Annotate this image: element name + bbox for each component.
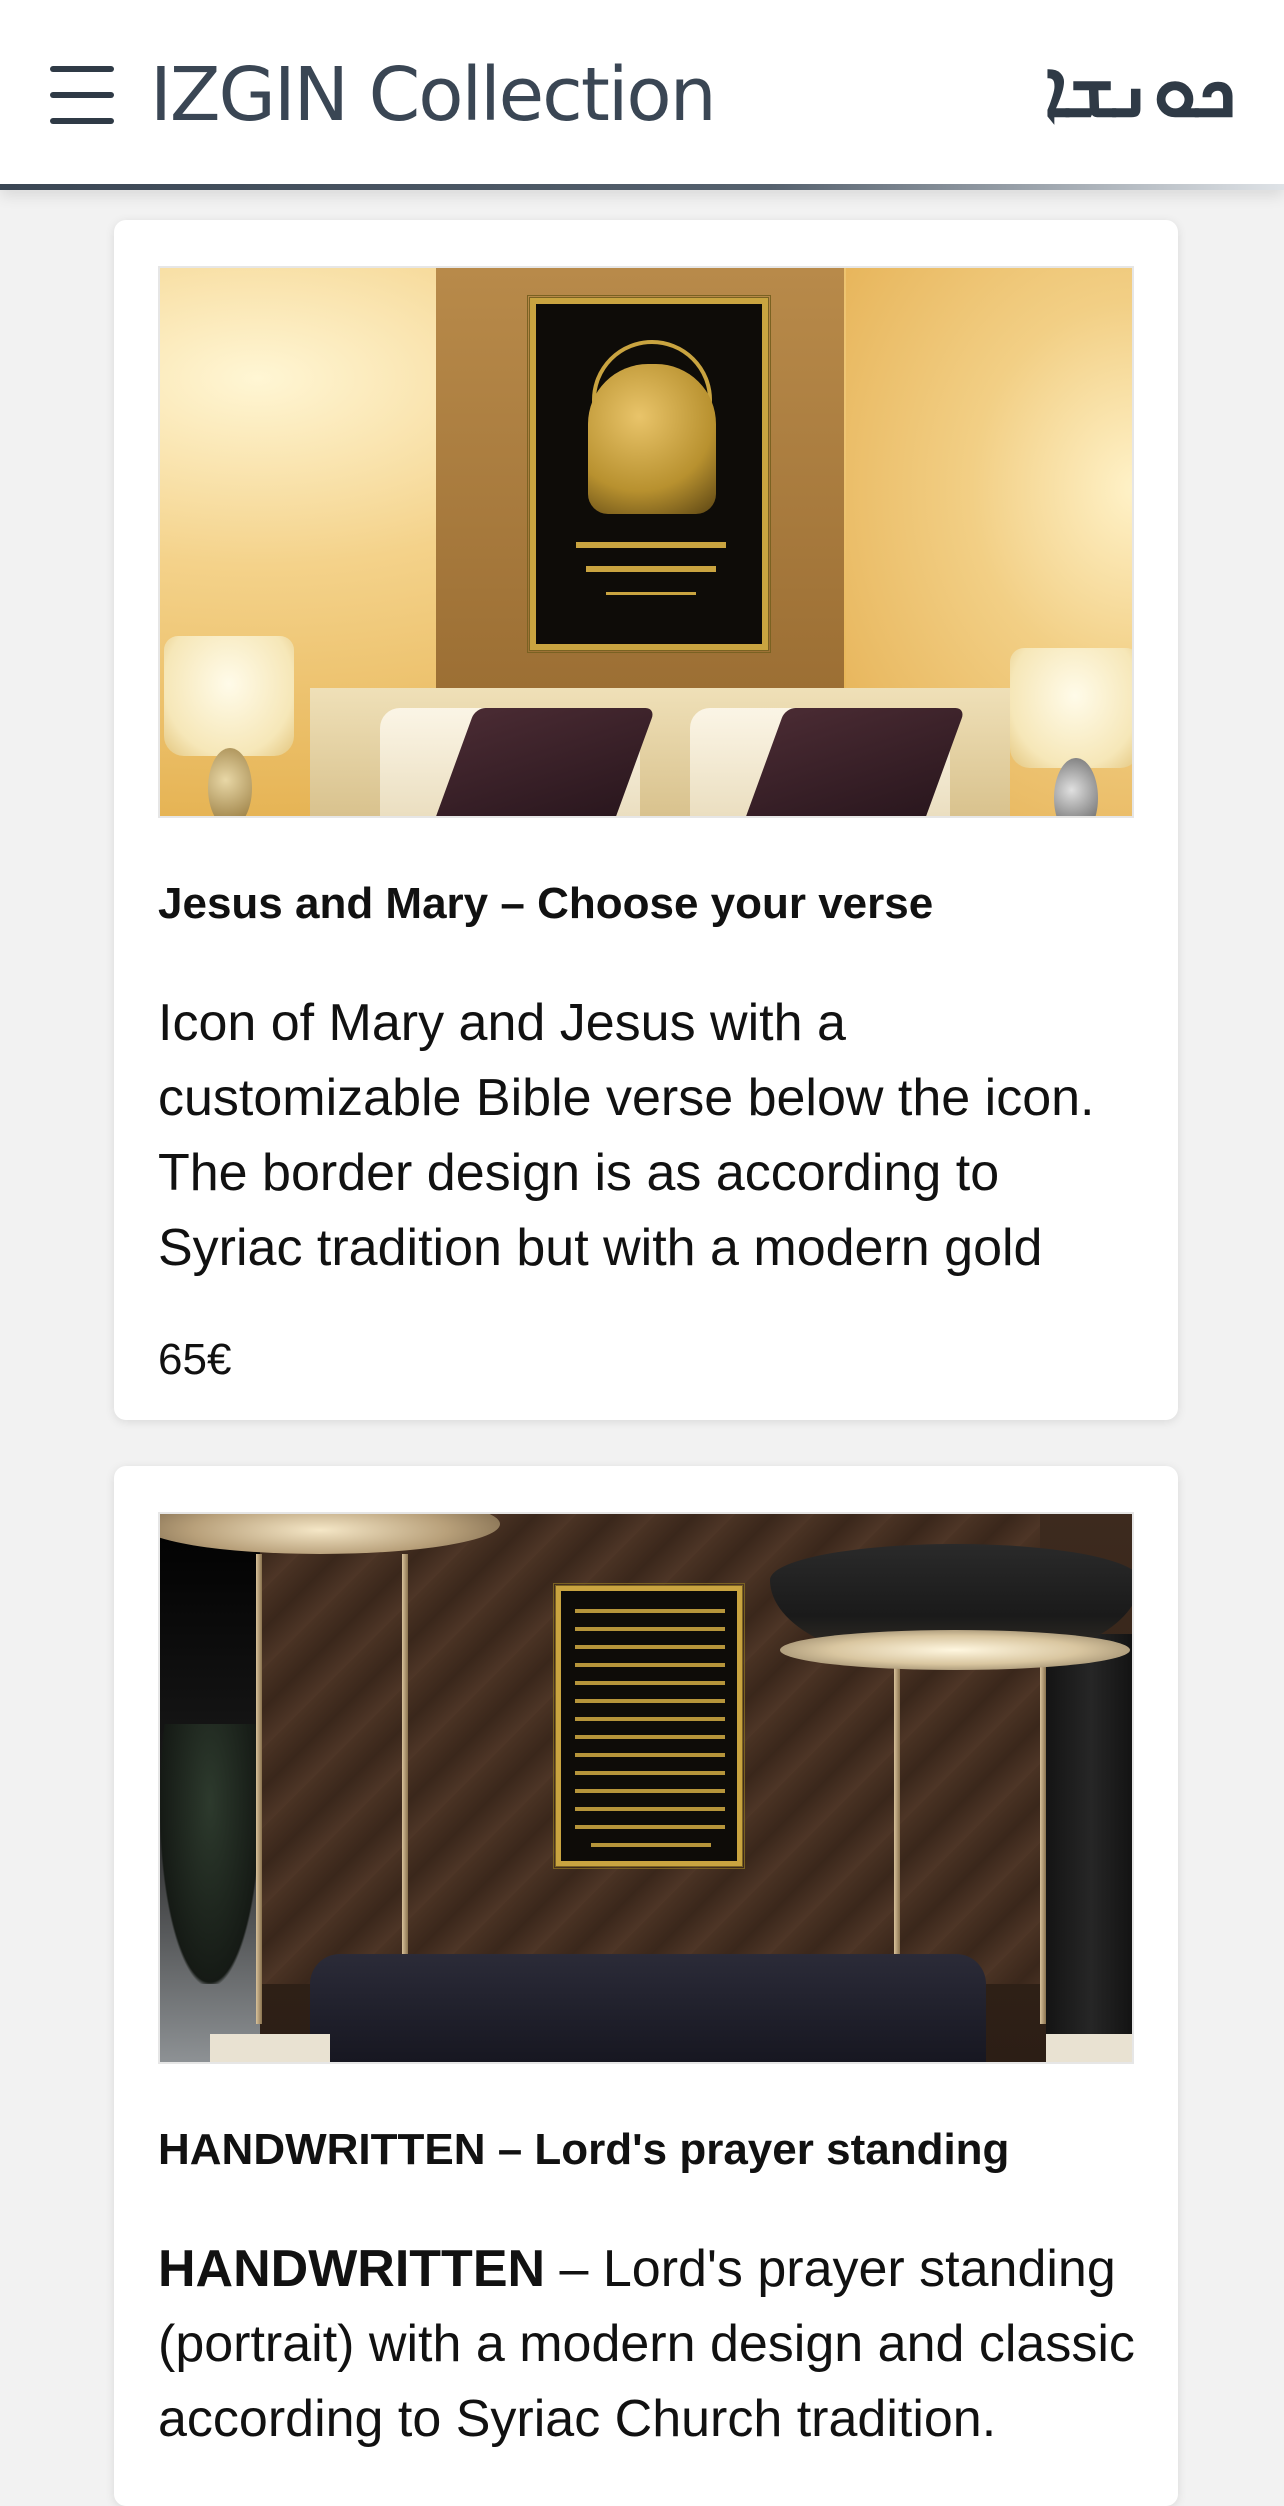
hamburger-menu-icon[interactable] xyxy=(48,62,118,128)
product-title[interactable]: HANDWRITTEN – Lord's prayer standing xyxy=(158,2122,1134,2178)
living-room-scene xyxy=(160,1514,1132,2062)
product-title[interactable]: Jesus and Mary – Choose your verse xyxy=(158,876,1134,932)
menu-bar xyxy=(50,92,114,98)
product-image[interactable] xyxy=(158,1512,1134,2064)
menu-bar xyxy=(50,118,114,124)
product-price: 65€ xyxy=(158,1335,232,1384)
product-description: Icon of Mary and Jesus with a customizab… xyxy=(158,994,1095,1277)
syriac-logo[interactable]: ܟܘܢܫܐ xyxy=(1044,40,1236,140)
description-bold-label: HANDWRITTEN xyxy=(158,2240,546,2298)
site-title-link[interactable]: IZGIN Collection xyxy=(150,50,717,140)
site-header: IZGIN Collection ܟܘܢܫܐ xyxy=(0,0,1284,190)
bedroom-scene xyxy=(160,268,1132,816)
product-description: HANDWRITTEN – Lord's prayer standing (po… xyxy=(158,2232,1148,2506)
framed-prayer-artwork xyxy=(553,1583,745,1869)
menu-bar xyxy=(50,66,114,72)
product-image[interactable] xyxy=(158,266,1134,818)
product-card: HANDWRITTEN – Lord's prayer standing HAN… xyxy=(114,1466,1178,2506)
framed-icon-artwork xyxy=(527,295,771,653)
product-card: Jesus and Mary – Choose your verse Icon … xyxy=(114,220,1178,1420)
